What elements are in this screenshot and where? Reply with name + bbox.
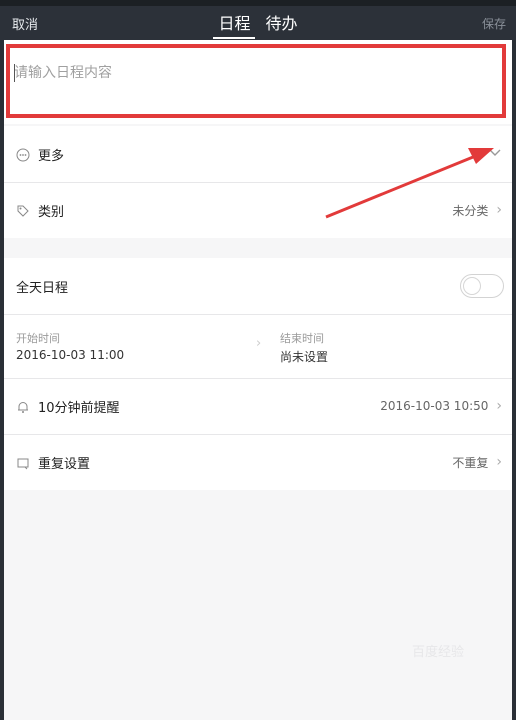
end-time-label: 结束时间 <box>280 332 324 345</box>
reminder-label: 10分钟前提醒 <box>38 400 120 416</box>
category-value: 未分类 <box>452 203 489 218</box>
chevron-down-icon[interactable] <box>488 147 502 161</box>
chevron-right-icon: › <box>496 202 502 218</box>
tag-icon <box>16 203 30 217</box>
tab-todo[interactable]: 待办 <box>261 10 303 37</box>
more-label: 更多 <box>38 148 65 164</box>
all-day-label: 全天日程 <box>16 280 69 296</box>
time-group: 全天日程 开始时间 2016-10-03 11:00 › 结束时间 尚未设置 1… <box>4 258 512 490</box>
reminder-value: 2016-10-03 10:50 <box>380 399 489 413</box>
more-row[interactable]: 更多 <box>4 126 512 182</box>
start-time-label: 开始时间 <box>16 332 60 345</box>
all-day-toggle[interactable] <box>460 274 504 298</box>
time-range-row: 开始时间 2016-10-03 11:00 › 结束时间 尚未设置 <box>4 314 512 378</box>
category-row[interactable]: 类别 未分类 › <box>4 182 512 238</box>
start-time[interactable]: 开始时间 2016-10-03 11:00 <box>16 330 124 362</box>
bell-icon <box>16 399 30 413</box>
repeat-row[interactable]: 重复设置 不重复 › <box>4 434 512 490</box>
start-time-value: 2016-10-03 11:00 <box>16 348 125 362</box>
toggle-knob <box>463 277 481 295</box>
end-time-value: 尚未设置 <box>280 350 329 364</box>
schedule-form: 更多 类别 未分类 › 全天日程 <box>4 40 512 720</box>
end-time[interactable]: 结束时间 尚未设置 <box>280 330 328 365</box>
chevron-right-icon: › <box>496 398 502 414</box>
reminder-row[interactable]: 10分钟前提醒 2016-10-03 10:50 › <box>4 378 512 434</box>
chevron-right-icon: › <box>496 454 502 470</box>
watermark: 百度经验 <box>411 645 464 660</box>
repeat-icon <box>16 455 30 470</box>
arrow-right-icon: › <box>256 336 262 351</box>
repeat-value: 不重复 <box>452 455 489 470</box>
ellipsis-circle-icon <box>16 147 30 162</box>
tab-schedule[interactable]: 日程 <box>213 10 256 39</box>
save-button[interactable]: 保存 <box>482 15 506 32</box>
content-input-area <box>4 40 512 124</box>
repeat-label: 重复设置 <box>38 456 91 472</box>
category-label: 类别 <box>38 204 65 220</box>
top-bar: 取消 日程 待办 保存 <box>0 6 516 40</box>
tab-bar: 日程 待办 <box>0 10 516 39</box>
schedule-content-input[interactable] <box>6 44 506 118</box>
text-cursor <box>14 64 15 82</box>
all-day-row: 全天日程 <box>4 258 512 314</box>
options-group: 更多 类别 未分类 › <box>4 126 512 238</box>
